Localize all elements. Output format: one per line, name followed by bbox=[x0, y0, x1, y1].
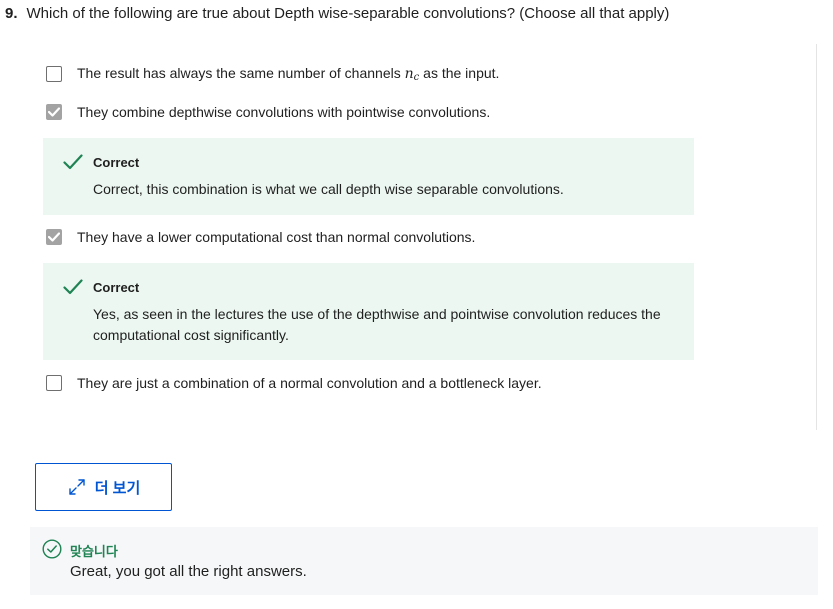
checkmark-icon bbox=[48, 232, 60, 242]
feedback-status: Correct bbox=[93, 279, 140, 295]
math-nc: nc bbox=[404, 66, 420, 83]
divider bbox=[816, 44, 817, 430]
feedback-text: Correct, this combination is what we cal… bbox=[93, 181, 564, 197]
option-label: They combine depthwise convolutions with… bbox=[77, 104, 491, 120]
checkbox[interactable] bbox=[46, 229, 62, 245]
result-banner: 맞습니다 Great, you got all the right answer… bbox=[30, 527, 818, 595]
checkbox[interactable] bbox=[46, 104, 62, 120]
feedback-status: Correct bbox=[93, 154, 140, 170]
check-icon bbox=[63, 154, 83, 170]
option-label: They are just a combination of a normal … bbox=[77, 375, 542, 391]
option-label: They have a lower computational cost tha… bbox=[77, 229, 476, 245]
option-3[interactable]: They have a lower computational cost tha… bbox=[46, 227, 475, 247]
more-button-label: 더 보기 bbox=[94, 479, 141, 497]
check-circle-icon bbox=[42, 539, 62, 559]
feedback-correct: Correct Correct, this combination is wha… bbox=[43, 138, 694, 215]
checkbox[interactable] bbox=[46, 375, 62, 391]
question-text: Which of the following are true about De… bbox=[26, 5, 670, 22]
expand-icon bbox=[69, 479, 85, 495]
result-status: 맞습니다 bbox=[70, 544, 118, 559]
result-message: Great, you got all the right answers. bbox=[70, 563, 307, 580]
question-header: 9. Which of the following are true about … bbox=[5, 5, 669, 22]
option-label: The result has always the same number of… bbox=[77, 65, 500, 83]
option-1[interactable]: The result has always the same number of… bbox=[46, 64, 499, 84]
checkbox[interactable] bbox=[46, 66, 62, 82]
more-button[interactable]: 더 보기 bbox=[35, 463, 172, 511]
option-4[interactable]: They are just a combination of a normal … bbox=[46, 373, 542, 393]
checkmark-icon bbox=[48, 107, 60, 117]
option-2[interactable]: They combine depthwise convolutions with… bbox=[46, 102, 490, 122]
feedback-text: Yes, as seen in the lectures the use of … bbox=[93, 306, 661, 343]
feedback-correct: Correct Yes, as seen in the lectures the… bbox=[43, 263, 694, 360]
check-icon bbox=[63, 279, 83, 295]
question-number: 9. bbox=[5, 5, 18, 22]
